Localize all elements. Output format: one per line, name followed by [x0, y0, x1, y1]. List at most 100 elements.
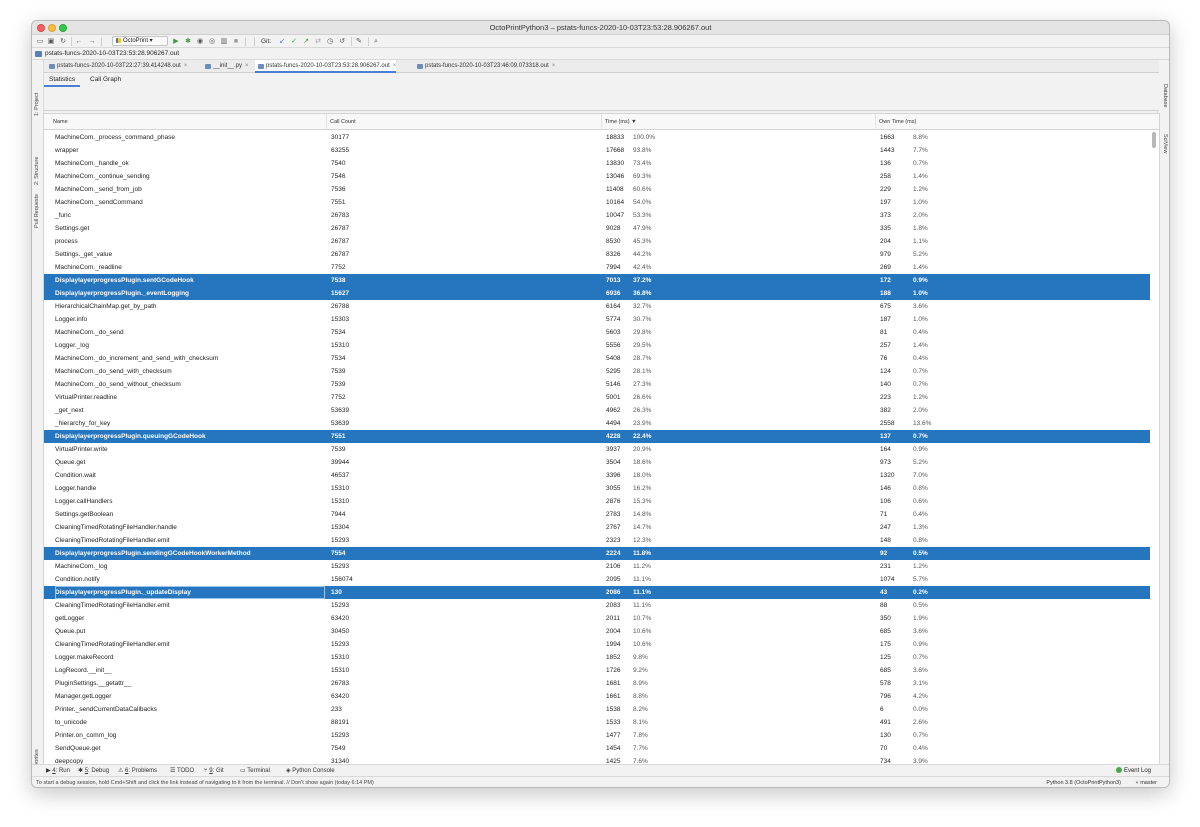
- table-row[interactable]: VirtualPrinter.readline 7752 5001 26.6% 223 1…: [44, 391, 1150, 404]
- table-row[interactable]: Condition.notify 156074 2095 11.1% 1074 5.7%: [44, 573, 1150, 586]
- table-row[interactable]: MachineCom._handle_ok 7540 13830 73.4% 136 0.…: [44, 157, 1150, 170]
- table-row[interactable]: to_unicode 88191 1533 8.1% 491 2.6%: [44, 716, 1150, 729]
- close-icon[interactable]: ×: [184, 63, 188, 69]
- python-interpreter-selector[interactable]: Python 3.8 (OctoPrintPython3): [1046, 777, 1121, 787]
- table-row[interactable]: MachineCom._do_send 7534 5603 29.8% 81 0.4%: [44, 326, 1150, 339]
- cell-own-time-percent: 0.8%: [913, 537, 928, 544]
- table-row[interactable]: CleaningTimedRotatingFileHandler.handle 1…: [44, 521, 1150, 534]
- stop-icon[interactable]: ■: [232, 37, 240, 46]
- cell-time-percent: 22.4%: [633, 433, 652, 440]
- back-icon[interactable]: ←: [75, 37, 83, 46]
- cell-own-time-percent: 1.2%: [913, 394, 928, 401]
- build-icon[interactable]: ▥: [220, 37, 228, 46]
- cell-time-percent: 26.3%: [633, 407, 652, 414]
- git-push-icon[interactable]: ↗: [302, 37, 310, 46]
- table-row[interactable]: getLogger 63420 2011 10.7% 350 1.9%: [44, 612, 1150, 625]
- table-row[interactable]: Settings.getBoolean 7944 2783 14.8% 71 0.4%: [44, 508, 1150, 521]
- editor-tab[interactable]: pstats-funcs-2020-10-03T23:46:09.073318.…: [414, 60, 555, 73]
- table-row[interactable]: Queue.get 39944 3504 18.6% 973 5.2%: [44, 456, 1150, 469]
- column-header-name[interactable]: Name: [50, 114, 326, 130]
- cell-call-count: 7551: [331, 433, 346, 440]
- table-row[interactable]: process 26787 8530 45.3% 204 1.1%: [44, 235, 1150, 248]
- column-header-time[interactable]: Time (ms) ▼: [601, 114, 875, 130]
- wrench-icon[interactable]: ✎: [355, 37, 363, 46]
- save-all-icon[interactable]: ▣: [47, 37, 55, 46]
- git-history-icon[interactable]: ◷: [326, 37, 334, 46]
- table-row-selected[interactable]: DisplaylayerprogressPlugin._updateDispla…: [44, 586, 1150, 599]
- column-header-call-count[interactable]: Call Count: [326, 114, 601, 130]
- forward-icon[interactable]: →: [88, 37, 96, 46]
- python-icon: [116, 37, 121, 43]
- vertical-scrollbar[interactable]: [1152, 132, 1156, 148]
- close-icon[interactable]: ×: [552, 63, 556, 69]
- table-row[interactable]: MachineCom._do_send_without_checksum 7539…: [44, 378, 1150, 391]
- table-row[interactable]: Logger.callHandlers 15310 2876 15.3% 106 0.6%: [44, 495, 1150, 508]
- cell-name: _hierarchy_for_key: [55, 420, 111, 427]
- editor-tab[interactable]: pstats-funcs-2020-10-03T22:27:39.414248.…: [46, 60, 187, 73]
- editor-tab-active[interactable]: pstats-funcs-2020-10-03T23:53:28.906267.…: [255, 60, 397, 73]
- table-row[interactable]: MachineCom._process_command_phase 30177 18…: [44, 131, 1150, 144]
- cell-name: DisplaylayerprogressPlugin._eventLogging: [55, 290, 190, 297]
- git-branch-selector[interactable]: ⑂ master: [1135, 777, 1157, 787]
- search-icon[interactable]: ⌕: [372, 37, 380, 46]
- table-row[interactable]: HierarchicalChainMap.get_by_path 26788 616…: [44, 300, 1150, 313]
- close-icon[interactable]: ×: [393, 63, 397, 69]
- table-row[interactable]: wrapper 63255 17668 93.8% 1443 7.7%: [44, 144, 1150, 157]
- cell-call-count: 15304: [331, 524, 350, 531]
- table-row[interactable]: LogRecord.__init__ 15310 1726 9.2% 685 3.6%: [44, 664, 1150, 677]
- breadcrumb-file[interactable]: pstats-funcs-2020-10-03T23:53:28.906267.…: [45, 50, 179, 57]
- column-header-own-time[interactable]: Own Time (ms): [875, 114, 1155, 130]
- table-row[interactable]: Condition.wait 46537 3396 18.0% 1320 7.0%: [44, 469, 1150, 482]
- git-commit-icon[interactable]: ✓: [290, 37, 298, 46]
- table-row[interactable]: CleaningTimedRotatingFileHandler.emit 152…: [44, 599, 1150, 612]
- table-row[interactable]: MachineCom._send_from_job 7536 11408 60.6% 2…: [44, 183, 1150, 196]
- profile-icon[interactable]: ◎: [208, 37, 216, 46]
- table-row[interactable]: Queue.put 30450 2004 10.6% 685 3.6%: [44, 625, 1150, 638]
- table-row[interactable]: Printer._sendCurrentDataCallbacks 233 1538…: [44, 703, 1150, 716]
- table-row-selected[interactable]: DisplaylayerprogressPlugin.queuingGCodeH…: [44, 430, 1150, 443]
- table-row[interactable]: PluginSettings.__getattr__ 26783 1681 8.9% 5…: [44, 677, 1150, 690]
- table-row[interactable]: MachineCom._do_increment_and_send_with_c…: [44, 352, 1150, 365]
- run-configuration-select[interactable]: OctoPrint ▾: [112, 36, 168, 46]
- table-row[interactable]: MachineCom._continue_sending 7546 13046 69.…: [44, 170, 1150, 183]
- cell-time-percent: 45.3%: [633, 238, 652, 245]
- table-row[interactable]: MachineCom._do_send_with_checksum 7539 529…: [44, 365, 1150, 378]
- git-rollback-icon[interactable]: ↺: [338, 37, 346, 46]
- git-compare-icon[interactable]: ⇄: [314, 37, 322, 46]
- table-row[interactable]: MachineCom._sendCommand 7551 10164 54.0% 197…: [44, 196, 1150, 209]
- table-row[interactable]: MachineCom._readline 7752 7994 42.4% 269 1.4%: [44, 261, 1150, 274]
- table-row[interactable]: MachineCom._log 15293 2106 11.2% 231 1.2%: [44, 560, 1150, 573]
- git-update-icon[interactable]: ↙: [278, 37, 286, 46]
- table-row[interactable]: Settings._get_value 26787 8326 44.2% 979 5.2%: [44, 248, 1150, 261]
- table-row[interactable]: _hierarchy_for_key 53639 4494 23.9% 2558 13.6…: [44, 417, 1150, 430]
- cell-call-count: 15310: [331, 667, 350, 674]
- coverage-icon[interactable]: ◉: [196, 37, 204, 46]
- table-row[interactable]: _get_next 53639 4962 26.3% 382 2.0%: [44, 404, 1150, 417]
- table-row[interactable]: Logger.makeRecord 15310 1852 9.8% 125 0.7%: [44, 651, 1150, 664]
- table-row[interactable]: CleaningTimedRotatingFileHandler.emit 152…: [44, 534, 1150, 547]
- table-row[interactable]: Manager.getLogger 63420 1661 8.8% 796 4.2%: [44, 690, 1150, 703]
- table-row[interactable]: Logger.info 15303 5774 30.7% 187 1.0%: [44, 313, 1150, 326]
- table-row-selected[interactable]: DisplaylayerprogressPlugin.sentGCodeHook…: [44, 274, 1150, 287]
- table-row[interactable]: VirtualPrinter.write 7539 3937 20.9% 164 0.9%: [44, 443, 1150, 456]
- table-row[interactable]: Settings.get 26787 9028 47.9% 335 1.8%: [44, 222, 1150, 235]
- cell-own-time-percent: 0.6%: [913, 498, 928, 505]
- cell-call-count: 63420: [331, 693, 350, 700]
- editor-tab[interactable]: __init__.py ×: [202, 60, 249, 73]
- tab-call-graph[interactable]: Call Graph: [85, 73, 126, 87]
- table-row[interactable]: SendQueue.get 7549 1454 7.7% 70 0.4%: [44, 742, 1150, 755]
- table-row-selected[interactable]: DisplaylayerprogressPlugin.sendingGCodeH…: [44, 547, 1150, 560]
- close-icon[interactable]: ×: [245, 63, 249, 69]
- table-row[interactable]: Logger.handle 15310 3055 16.2% 146 0.8%: [44, 482, 1150, 495]
- table-row[interactable]: Logger._log 15310 5556 29.5% 257 1.4%: [44, 339, 1150, 352]
- debug-icon[interactable]: ✱: [184, 37, 192, 46]
- sync-icon[interactable]: ↻: [59, 37, 67, 46]
- run-icon[interactable]: ▶: [172, 37, 180, 46]
- table-row-selected[interactable]: DisplaylayerprogressPlugin._eventLogging…: [44, 287, 1150, 300]
- tab-statistics[interactable]: Statistics: [44, 73, 81, 87]
- table-row[interactable]: CleaningTimedRotatingFileHandler.emit 152…: [44, 638, 1150, 651]
- cell-name: DisplaylayerprogressPlugin.sentGCodeHook: [55, 277, 194, 284]
- open-folder-icon[interactable]: ▭: [36, 37, 44, 46]
- table-row[interactable]: _func 26783 10047 53.3% 373 2.0%: [44, 209, 1150, 222]
- table-row[interactable]: Printer.on_comm_log 15293 1477 7.8% 130 0.7%: [44, 729, 1150, 742]
